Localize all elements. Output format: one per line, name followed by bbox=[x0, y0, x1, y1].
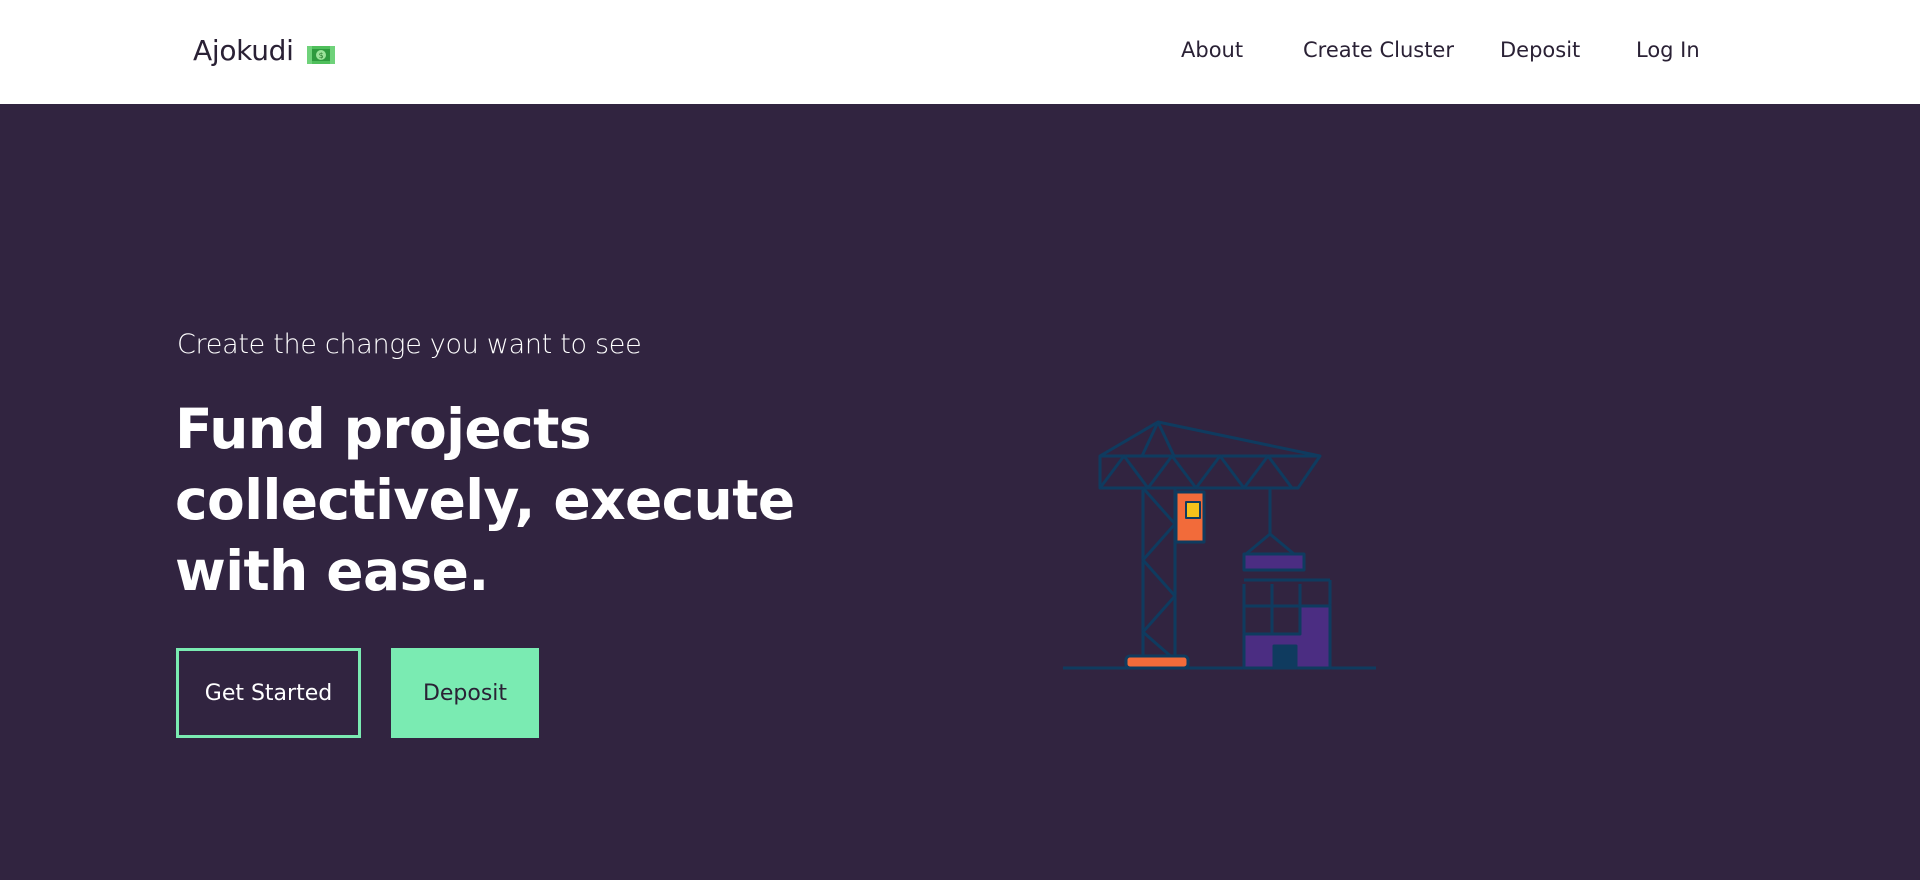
construction-crane-icon bbox=[1058, 384, 1378, 684]
nav-item-about[interactable]: About bbox=[1181, 38, 1243, 62]
nav-item-deposit[interactable]: Deposit bbox=[1500, 38, 1580, 62]
top-navbar: Ajokudi $ About Create Cluster Deposit L… bbox=[0, 0, 1920, 104]
deposit-button[interactable]: Deposit bbox=[391, 648, 539, 738]
main-nav: About Create Cluster Deposit Log In bbox=[0, 38, 1920, 68]
get-started-button[interactable]: Get Started bbox=[176, 648, 361, 738]
nav-item-log-in[interactable]: Log In bbox=[1636, 38, 1700, 62]
hero-eyebrow: Create the change you want to see bbox=[177, 329, 642, 360]
nav-item-create-cluster[interactable]: Create Cluster bbox=[1303, 38, 1454, 62]
hero-section: Create the change you want to see Fund p… bbox=[0, 104, 1920, 880]
hero-headline: Fund projects collectively, execute with… bbox=[175, 397, 795, 603]
